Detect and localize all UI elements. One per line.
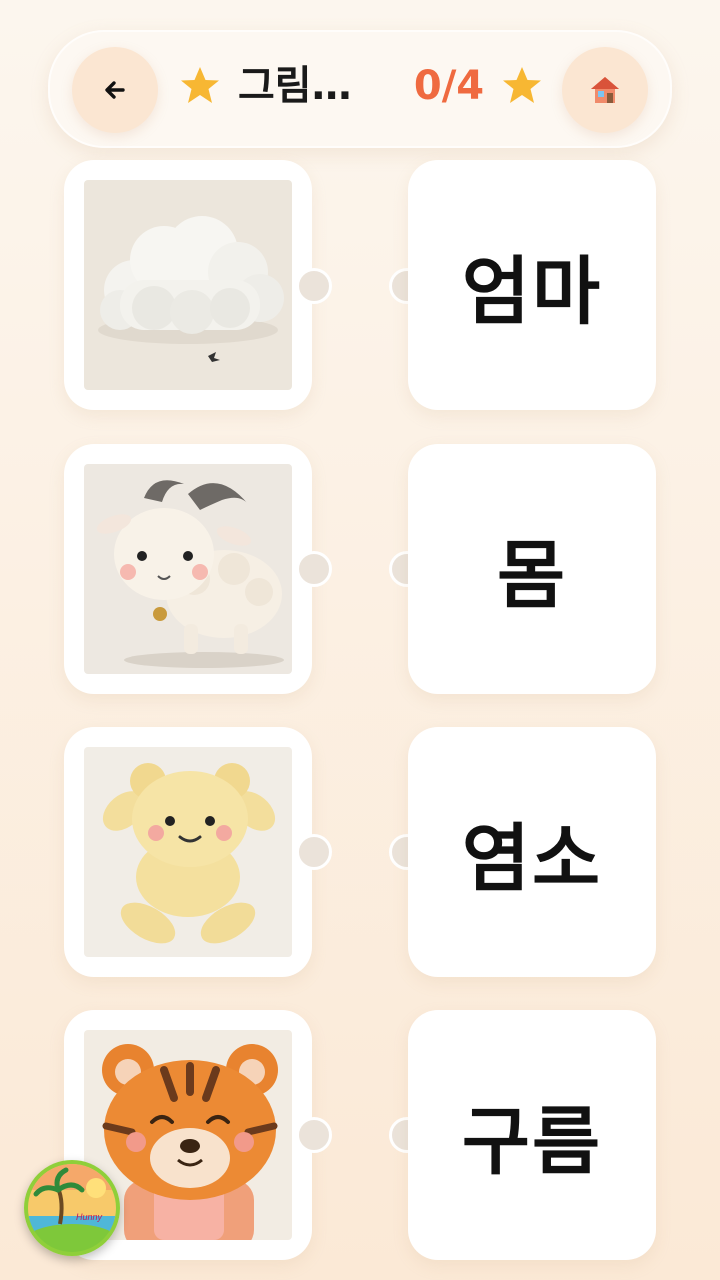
page-title: 그림…: [238, 63, 352, 109]
word-label: 염소: [461, 815, 603, 902]
bear-image: [84, 747, 292, 957]
star-icon: [181, 67, 219, 103]
picture-card-cloud[interactable]: [64, 160, 312, 410]
beach-island-badge[interactable]: Hunny: [24, 1160, 120, 1256]
goat-image: [84, 464, 292, 674]
house-icon: [591, 77, 619, 103]
connector-dot-left[interactable]: [296, 268, 332, 304]
cloud-image: [84, 180, 292, 390]
word-card[interactable]: 염소: [408, 727, 656, 977]
word-card[interactable]: 몸: [408, 444, 656, 694]
home-button[interactable]: [562, 47, 648, 133]
word-label: 몸: [496, 532, 568, 619]
word-card[interactable]: 엄마: [408, 160, 656, 410]
word-label: 구름: [461, 1098, 603, 1185]
connector-dot-left[interactable]: [296, 551, 332, 587]
word-card[interactable]: 구름: [408, 1010, 656, 1260]
picture-card-goat[interactable]: [64, 444, 312, 694]
back-arrow-icon: [105, 81, 125, 99]
beach-island-badge-icon: Hunny: [24, 1160, 120, 1256]
connector-dot-left[interactable]: [296, 834, 332, 870]
back-button[interactable]: [72, 47, 158, 133]
connector-dot-left[interactable]: [296, 1117, 332, 1153]
badge-text: Hunny: [76, 1212, 103, 1222]
star-icon: [503, 67, 541, 103]
picture-card-bear[interactable]: [64, 727, 312, 977]
word-label: 엄마: [461, 248, 603, 335]
score-counter: 0/4: [413, 63, 485, 109]
